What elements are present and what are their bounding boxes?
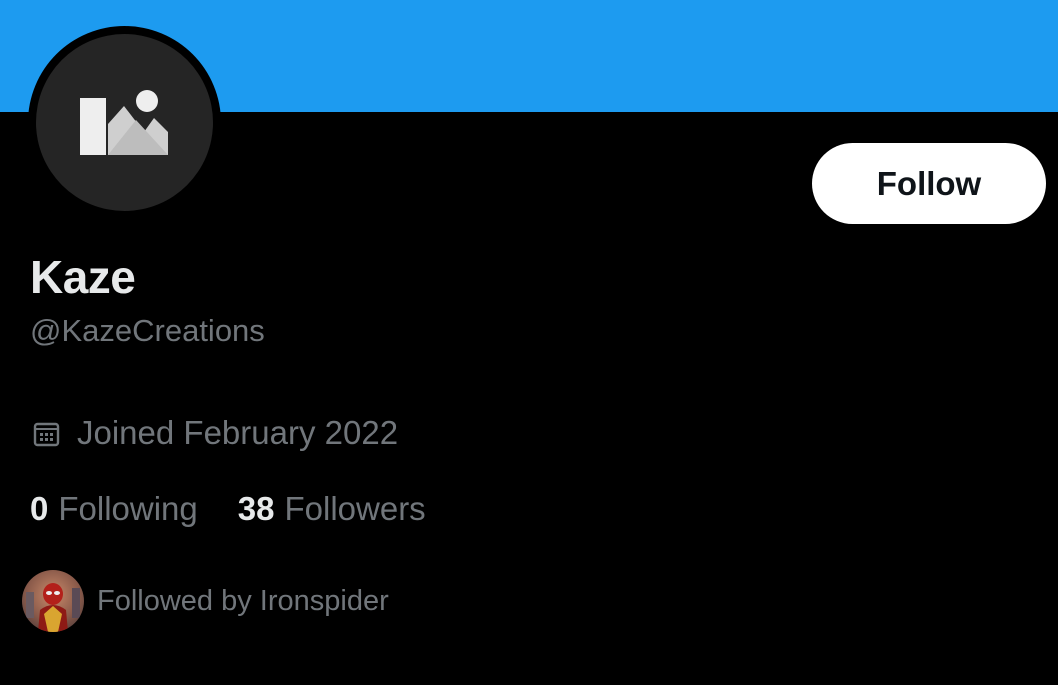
joined-text: Joined February 2022 xyxy=(77,414,399,451)
joined-date: Joined February 2022 xyxy=(32,413,398,453)
calendar-icon xyxy=(33,422,60,446)
user-handle: @KazeCreations xyxy=(30,313,265,348)
image-placeholder-icon xyxy=(80,90,168,155)
profile-avatar[interactable] xyxy=(36,34,213,211)
followers-count: 38 xyxy=(237,490,275,527)
follow-button[interactable]: Follow xyxy=(812,143,1046,224)
following-count: 0 xyxy=(30,490,49,527)
display-name: Kaze xyxy=(30,251,136,303)
followed-by-text: Followed by Ironspider xyxy=(97,584,389,617)
following-link[interactable]: 0 Following xyxy=(30,490,198,528)
ironspider-avatar xyxy=(22,570,84,632)
following-label: Following xyxy=(58,490,198,527)
followers-label: Followers xyxy=(284,490,426,527)
followers-link[interactable]: 38 Followers xyxy=(238,490,426,528)
profile-stats: 0 Following 38 Followers xyxy=(30,488,426,530)
followed-by-link[interactable]: Followed by Ironspider xyxy=(22,570,389,632)
